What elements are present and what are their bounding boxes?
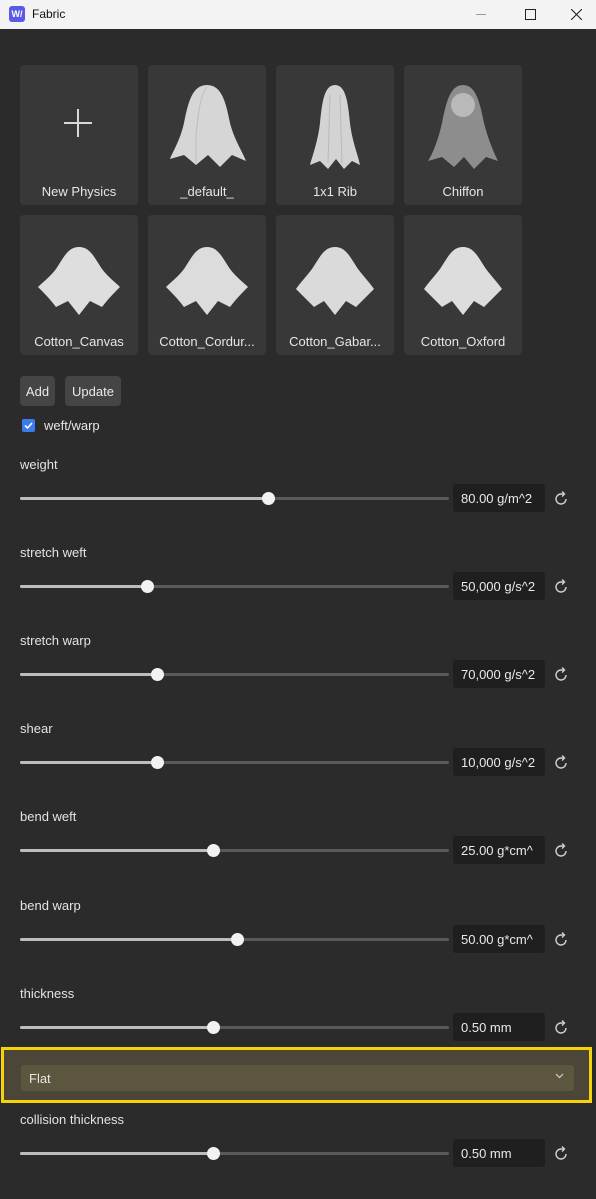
preset-label: Chiffon: [442, 184, 484, 199]
stretch-weft-label: stretch weft: [20, 545, 87, 560]
preset-label: Cotton_Cordur...: [159, 334, 255, 349]
thickness-label: thickness: [20, 986, 75, 1001]
close-icon: [570, 9, 582, 20]
collision-thickness-slider[interactable]: [20, 1147, 449, 1160]
weft-warp-checkbox[interactable]: [22, 419, 35, 432]
preset-label: Cotton_Oxford: [420, 334, 506, 349]
update-button[interactable]: Update: [65, 376, 121, 406]
slider-thumb[interactable]: [150, 756, 164, 769]
reset-icon[interactable]: [552, 578, 570, 596]
stretch-warp-slider[interactable]: [20, 668, 449, 681]
close-button[interactable]: [556, 0, 596, 29]
slider-thumb[interactable]: [207, 1147, 221, 1160]
mode-dropdown[interactable]: Flat: [21, 1065, 574, 1091]
collision-thickness-value-input[interactable]: 0.50 mm: [453, 1139, 545, 1167]
checkmark-icon: [24, 422, 33, 430]
slider-thumb[interactable]: [207, 844, 221, 857]
add-button[interactable]: Add: [20, 376, 55, 406]
weft-warp-label: weft/warp: [44, 418, 100, 433]
preset-label: _default_: [180, 184, 234, 199]
shear-label: shear: [20, 721, 53, 736]
cloth-thumbnail-icon: [310, 85, 360, 169]
slider-fill: [20, 673, 157, 676]
cloth-thumbnail-icon: [166, 247, 248, 315]
plus-icon: [64, 109, 92, 137]
weight-value-input[interactable]: 80.00 g/m^2: [453, 484, 545, 512]
slider-thumb[interactable]: [231, 933, 245, 946]
cloth-thumbnail-icon: [38, 247, 120, 315]
shear-slider[interactable]: [20, 756, 449, 769]
preset-label: New Physics: [41, 184, 117, 199]
slider-thumb[interactable]: [150, 668, 164, 681]
reset-icon[interactable]: [552, 842, 570, 860]
bend-warp-label: bend warp: [20, 898, 81, 913]
preset-label: 1x1 Rib: [312, 184, 358, 199]
slider-thumb[interactable]: [140, 580, 154, 593]
preset-label: Cotton_Canvas: [34, 334, 124, 349]
mode-dropdown-highlight: Flat: [1, 1047, 592, 1103]
cloth-thumbnail-icon: [296, 247, 374, 315]
bend-weft-slider[interactable]: [20, 844, 449, 857]
preset-tile-chiffon[interactable]: Chiffon: [404, 65, 522, 205]
bend-warp-slider[interactable]: [20, 933, 449, 946]
preset-tile-cotton-corduroy[interactable]: Cotton_Cordur...: [148, 215, 266, 355]
reset-icon[interactable]: [552, 931, 570, 949]
slider-thumb[interactable]: [207, 1021, 221, 1034]
thickness-slider[interactable]: [20, 1021, 449, 1034]
preset-tile-new-physics[interactable]: New Physics: [20, 65, 138, 205]
slider-fill: [20, 1152, 214, 1155]
slider-thumb[interactable]: [261, 492, 275, 505]
preset-label: Cotton_Gabar...: [289, 334, 381, 349]
thickness-value-input[interactable]: 0.50 mm: [453, 1013, 545, 1041]
collision-thickness-label: collision thickness: [20, 1112, 125, 1127]
preset-tile-cotton-gabardine[interactable]: Cotton_Gabar...: [276, 215, 394, 355]
slider-fill: [20, 497, 268, 500]
stretch-warp-label: stretch warp: [20, 633, 91, 648]
cloth-thumbnail-icon: [424, 247, 502, 315]
slider-fill: [20, 938, 238, 941]
slider-fill: [20, 585, 147, 588]
stretch-weft-value-input[interactable]: 50,000 g/s^2: [453, 572, 545, 600]
stretch-warp-value-input[interactable]: 70,000 g/s^2: [453, 660, 545, 688]
minimize-button[interactable]: [458, 0, 504, 29]
preset-tile-cotton-oxford[interactable]: Cotton_Oxford: [404, 215, 522, 355]
bend-weft-value-input[interactable]: 25.00 g*cm^: [453, 836, 545, 864]
maximize-button[interactable]: [507, 0, 553, 29]
title-bar: W/ Fabric: [0, 0, 596, 29]
preset-tile-cotton-canvas[interactable]: Cotton_Canvas: [20, 215, 138, 355]
bend-warp-value-input[interactable]: 50.00 g*cm^: [453, 925, 545, 953]
weight-slider[interactable]: [20, 492, 449, 505]
reset-icon[interactable]: [552, 754, 570, 772]
minimize-icon: [476, 13, 486, 15]
cloth-thumbnail-icon: [428, 85, 498, 169]
slider-fill: [20, 761, 157, 764]
fabric-panel: New Physics _default_ 1x1 Rib Chiffon Co…: [0, 29, 596, 1199]
bend-weft-label: bend weft: [20, 809, 77, 824]
window-title: Fabric: [32, 7, 66, 21]
chevron-down-icon: [555, 1073, 564, 1079]
slider-fill: [20, 1026, 214, 1029]
cloth-thumbnail-icon: [170, 85, 246, 167]
preset-tile-default[interactable]: _default_: [148, 65, 266, 205]
preset-tile-1x1-rib[interactable]: 1x1 Rib: [276, 65, 394, 205]
maximize-icon: [524, 9, 536, 20]
shear-value-input[interactable]: 10,000 g/s^2: [453, 748, 545, 776]
mode-dropdown-value: Flat: [29, 1070, 51, 1086]
app-logo-icon: W/: [9, 6, 25, 22]
reset-icon[interactable]: [552, 666, 570, 684]
reset-icon[interactable]: [552, 1145, 570, 1163]
stretch-weft-slider[interactable]: [20, 580, 449, 593]
weight-label: weight: [20, 457, 58, 472]
slider-fill: [20, 849, 214, 852]
reset-icon[interactable]: [552, 1019, 570, 1037]
reset-icon[interactable]: [552, 490, 570, 508]
